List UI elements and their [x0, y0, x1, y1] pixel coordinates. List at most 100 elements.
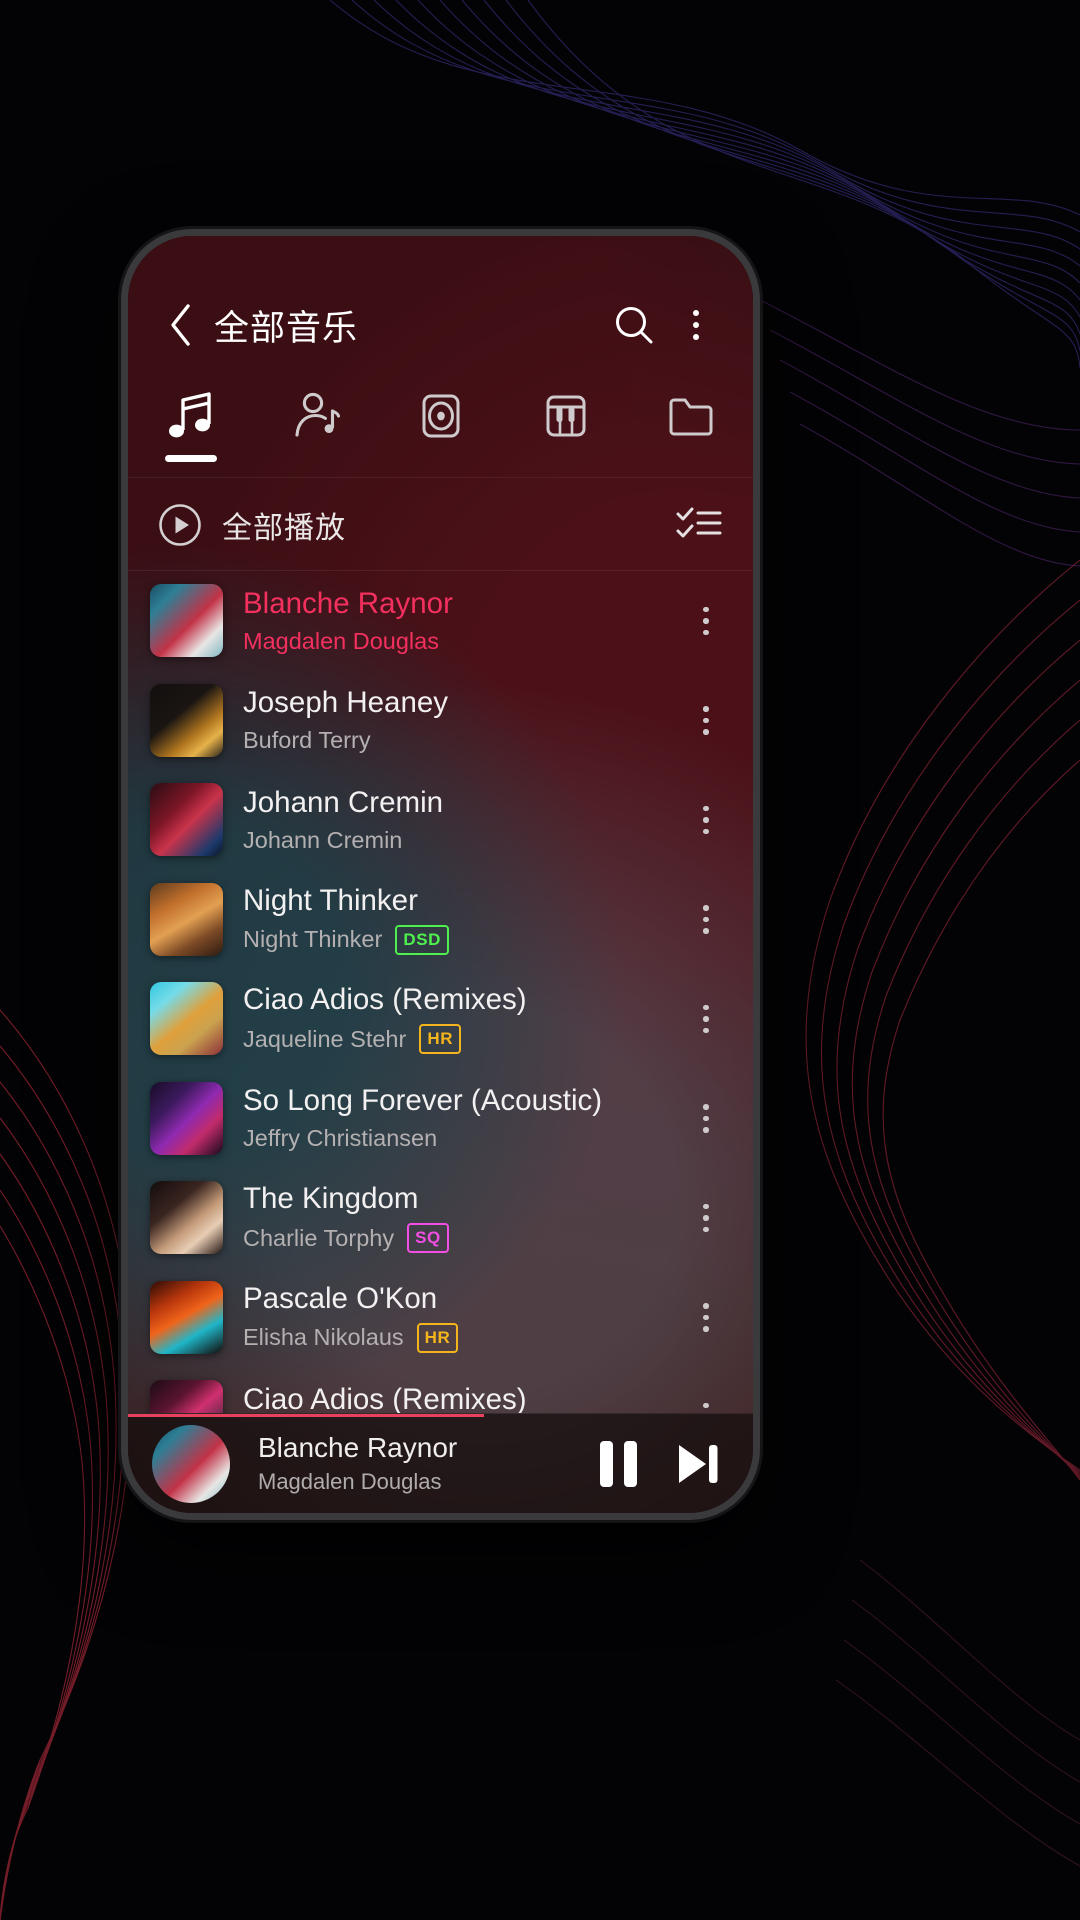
- track-list[interactable]: Blanche Raynor Magdalen Douglas Joseph Hea…: [128, 571, 753, 1413]
- more-vertical-icon: [703, 1303, 709, 1332]
- library-tabs: [128, 386, 753, 478]
- multi-select-button[interactable]: [675, 505, 723, 545]
- track-overflow-button[interactable]: [679, 683, 733, 757]
- track-overflow-button[interactable]: [679, 1380, 733, 1413]
- more-vertical-icon: [703, 805, 709, 834]
- artist-icon: [294, 392, 340, 437]
- track-overflow-button[interactable]: [679, 1181, 733, 1255]
- tab-active-indicator: [540, 455, 592, 462]
- more-vertical-icon: [703, 1104, 709, 1133]
- tab-active-indicator: [415, 455, 467, 462]
- track-artwork: [150, 1181, 223, 1255]
- track-subline: Charlie Torphy SQ: [243, 1223, 679, 1254]
- track-overflow-button[interactable]: [679, 1280, 733, 1354]
- track-title: Night Thinker: [243, 883, 418, 917]
- more-vertical-icon: [703, 1203, 709, 1232]
- track-artwork: [150, 584, 223, 658]
- track-meta: Ciao Adios (Remixes) Jaqueline Stehr HR: [243, 983, 679, 1055]
- track-row[interactable]: Joseph Heaney Buford Terry: [128, 671, 753, 771]
- tab-albums[interactable]: [378, 386, 503, 478]
- music-note-icon: [168, 392, 211, 438]
- pause-button[interactable]: [600, 1440, 637, 1487]
- more-vertical-icon: [703, 606, 709, 635]
- track-subline: Jaqueline Stehr HR: [243, 1024, 679, 1055]
- overflow-menu-button[interactable]: [665, 294, 727, 356]
- track-artwork: [150, 882, 223, 956]
- screenshot-root: 全部音乐 全部播放 Blanche Raynor Magdalen Dougla…: [0, 0, 1080, 1920]
- track-title: Joseph Heaney: [243, 686, 449, 720]
- back-button[interactable]: [154, 298, 208, 352]
- mini-player-artist: Magdalen Douglas: [258, 1469, 442, 1494]
- tab-genres[interactable]: [503, 386, 628, 478]
- track-title: Johann Cremin: [243, 785, 444, 819]
- search-icon: [616, 307, 653, 344]
- track-overflow-button[interactable]: [679, 1081, 733, 1155]
- track-subline: Johann Cremin: [243, 827, 679, 854]
- track-title: Ciao Adios (Remixes): [243, 983, 527, 1017]
- folder-icon: [669, 398, 712, 436]
- track-subline: Night Thinker DSD: [243, 924, 679, 955]
- mini-player-artwork[interactable]: [152, 1424, 230, 1503]
- track-artist: Magdalen Douglas: [243, 627, 439, 654]
- checklist-icon: [676, 507, 722, 537]
- track-overflow-button[interactable]: [679, 882, 733, 956]
- more-vertical-icon: [703, 1402, 709, 1414]
- track-row[interactable]: Ciao Adios (Remixes) Jaqueline Stehr HR: [128, 969, 753, 1069]
- track-row[interactable]: Pascale O'Kon Elisha Nikolaus HR: [128, 1268, 753, 1368]
- track-row[interactable]: The Kingdom Charlie Torphy SQ: [128, 1168, 753, 1268]
- track-artwork: [150, 1380, 223, 1413]
- mini-player-controls: [600, 1440, 723, 1488]
- track-row[interactable]: Johann Cremin Johann Cremin: [128, 770, 753, 870]
- track-meta: Joseph Heaney Buford Terry: [243, 686, 679, 754]
- quality-badge: SQ: [407, 1223, 449, 1254]
- track-artist: Jeffry Christiansen: [243, 1125, 438, 1152]
- track-row[interactable]: So Long Forever (Acoustic) Jeffry Christi…: [128, 1069, 753, 1169]
- play-all-button[interactable]: 全部播放: [158, 503, 346, 547]
- track-row[interactable]: Ciao Adios (Remixes)Willis Osinski: [128, 1367, 753, 1413]
- mini-player-title: Blanche Raynor: [258, 1432, 458, 1463]
- quality-badge: HR: [419, 1024, 462, 1055]
- album-disc-icon: [422, 394, 459, 438]
- more-vertical-icon: [693, 310, 699, 340]
- tab-folders[interactable]: [628, 386, 753, 478]
- tab-songs[interactable]: [128, 386, 253, 478]
- track-meta: Johann Cremin Johann Cremin: [243, 786, 679, 854]
- app-header: 全部音乐: [128, 282, 753, 368]
- tab-artists[interactable]: [253, 386, 378, 478]
- skip-next-icon: [679, 1444, 718, 1483]
- track-meta: Ciao Adios (Remixes)Willis Osinski: [243, 1383, 679, 1413]
- more-vertical-icon: [703, 905, 709, 934]
- tab-active-indicator: [164, 455, 217, 462]
- track-artist: Johann Cremin: [243, 826, 403, 853]
- page-title: 全部音乐: [214, 308, 359, 348]
- track-meta: So Long Forever (Acoustic) Jeffry Christi…: [243, 1084, 679, 1152]
- track-overflow-button[interactable]: [679, 584, 733, 658]
- track-artist: Elisha Nikolaus: [243, 1324, 404, 1351]
- track-title: The Kingdom: [243, 1182, 419, 1216]
- track-subline: Magdalen Douglas: [243, 628, 679, 655]
- track-meta: Night Thinker Night Thinker DSD: [243, 884, 679, 955]
- track-subline: Jeffry Christiansen: [243, 1125, 679, 1152]
- more-vertical-icon: [703, 706, 709, 735]
- track-meta: Blanche Raynor Magdalen Douglas: [243, 587, 679, 655]
- track-subline: Buford Terry: [243, 727, 679, 754]
- mini-player: Blanche Raynor Magdalen Douglas: [128, 1413, 753, 1513]
- track-title: Blanche Raynor: [243, 586, 453, 620]
- quality-badge: DSD: [395, 924, 450, 955]
- track-overflow-button[interactable]: [679, 982, 733, 1056]
- track-title: Ciao Adios (Remixes): [243, 1382, 527, 1413]
- search-button[interactable]: [603, 294, 665, 356]
- chevron-left-icon: [171, 304, 190, 346]
- track-artist: Night Thinker: [243, 926, 383, 953]
- track-artist: Jaqueline Stehr: [243, 1025, 407, 1052]
- mini-player-meta[interactable]: Blanche Raynor Magdalen Douglas: [258, 1432, 600, 1495]
- track-row[interactable]: Night Thinker Night Thinker DSD: [128, 870, 753, 970]
- track-artist: Charlie Torphy: [243, 1224, 395, 1251]
- next-track-button[interactable]: [671, 1440, 723, 1488]
- track-artwork: [150, 982, 223, 1056]
- playback-progress-bar[interactable]: [128, 1414, 485, 1417]
- track-row[interactable]: Blanche Raynor Magdalen Douglas: [128, 571, 753, 671]
- tab-active-indicator: [290, 455, 342, 462]
- track-overflow-button[interactable]: [679, 783, 733, 857]
- track-meta: Pascale O'Kon Elisha Nikolaus HR: [243, 1282, 679, 1353]
